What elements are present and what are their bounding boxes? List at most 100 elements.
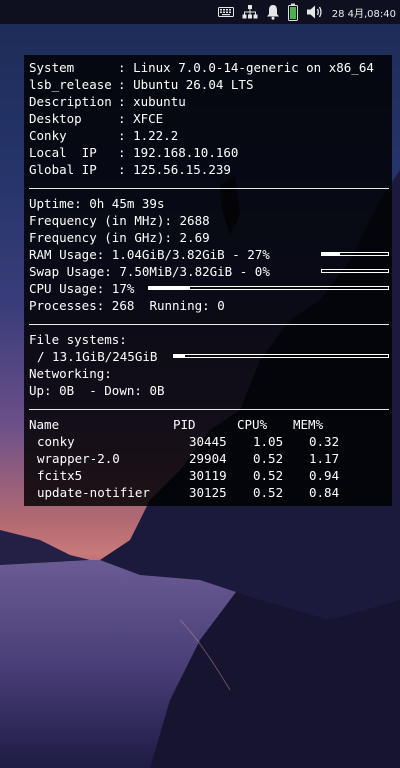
cpu-value: 17%	[111, 281, 135, 296]
colon: :	[118, 128, 134, 143]
swap-usage-bar	[321, 269, 389, 273]
colon: :	[118, 60, 134, 75]
process-mem: 0.94	[309, 468, 340, 483]
networking-title: Networking:	[29, 366, 112, 381]
system-value: Linux 7.0.0-14-generic on x86_64	[133, 60, 374, 75]
process-mem: 1.17	[309, 451, 340, 466]
cpu-usage-bar-fill	[149, 287, 190, 289]
desktop-row: Desktop: XFCE	[29, 110, 163, 127]
colon: :	[118, 162, 134, 177]
file-systems-title: File systems:	[29, 332, 127, 347]
process-pid: 30125	[189, 485, 227, 500]
swap-usage-row: Swap Usage: 7.50MiB/3.82GiB - 0%	[29, 263, 270, 280]
uptime-label: Uptime:	[29, 196, 82, 211]
local-ip-label: Local IP	[29, 145, 97, 160]
bell-icon	[266, 5, 279, 20]
freq-ghz-label: Frequency (in GHz):	[29, 230, 172, 245]
process-mem: 0.32	[309, 434, 340, 449]
system-label: System	[29, 60, 75, 75]
volume-icon	[306, 5, 322, 19]
process-pid: 30445	[189, 434, 227, 449]
process-name: conky	[37, 434, 75, 449]
conky-value: 1.22.2	[133, 128, 179, 143]
header-mem: MEM%	[293, 417, 324, 432]
process-mem: 0.84	[309, 485, 340, 500]
process-table-header: Name PID CPU% MEM%	[24, 416, 392, 433]
desktop-value: XFCE	[133, 111, 164, 126]
header-name: Name	[29, 417, 60, 432]
header-cpu: CPU%	[237, 417, 268, 432]
ram-value: 1.04GiB/3.82GiB - 27%	[111, 247, 270, 262]
global-ip-row: Global IP: 125.56.15.239	[29, 161, 231, 178]
network-icon	[242, 5, 258, 19]
cpu-label: CPU Usage:	[29, 281, 105, 296]
divider	[29, 324, 389, 325]
notifications-indicator[interactable]	[266, 0, 280, 24]
freq-mhz-value: 2688	[179, 213, 210, 228]
volume-indicator[interactable]	[306, 0, 324, 24]
process-row: wrapper-2.0 29904 0.52 1.17	[24, 450, 392, 467]
keyboard-icon	[217, 7, 234, 17]
running-label: Running:	[149, 298, 210, 313]
freq-ghz-row: Frequency (in GHz): 2.69	[29, 229, 210, 246]
top-panel: 28 4月,08:40	[0, 0, 400, 24]
colon: :	[118, 111, 134, 126]
keyboard-indicator[interactable]	[217, 0, 234, 24]
root-fs-bar-fill	[174, 355, 186, 357]
process-cpu: 1.05	[253, 434, 284, 449]
process-pid: 30119	[189, 468, 227, 483]
ram-usage-bar	[321, 252, 389, 256]
description-value: xubuntu	[133, 94, 186, 109]
down-label: - Down:	[89, 383, 142, 398]
process-cpu: 0.52	[253, 485, 284, 500]
system-row: System: Linux 7.0.0-14-generic on x86_64	[29, 59, 374, 76]
colon: :	[118, 94, 134, 109]
cpu-usage-row: CPU Usage: 17%	[29, 280, 134, 297]
global-ip-value: 125.56.15.239	[133, 162, 231, 177]
network-indicator[interactable]	[242, 0, 258, 24]
uptime-value: 0h 45m 39s	[89, 196, 165, 211]
ram-label: RAM Usage:	[29, 247, 105, 262]
conky-version-row: Conky: 1.22.2	[29, 127, 178, 144]
lsb-release-row: lsb_release: Ubuntu 26.04 LTS	[29, 76, 253, 93]
uptime-row: Uptime: 0h 45m 39s	[29, 195, 164, 212]
conky-label: Conky	[29, 128, 67, 143]
process-row: conky 30445 1.05 0.32	[24, 433, 392, 450]
swap-value: 7.50MiB/3.82GiB - 0%	[119, 264, 270, 279]
processes-row: Processes: 268 Running: 0	[29, 297, 225, 314]
desktop-label: Desktop	[29, 111, 82, 126]
process-cpu: 0.52	[253, 451, 284, 466]
header-pid: PID	[173, 417, 196, 432]
lsb-release-label: lsb_release	[29, 77, 112, 92]
process-row: update-notifier 30125 0.52 0.84	[24, 484, 392, 501]
local-ip-row: Local IP: 192.168.10.160	[29, 144, 238, 161]
root-fs-usage: / 13.1GiB/245GiB	[37, 349, 158, 364]
local-ip-value: 192.168.10.160	[133, 145, 239, 160]
freq-ghz-value: 2.69	[179, 230, 210, 245]
description-label: Description	[29, 94, 112, 109]
freq-mhz-row: Frequency (in MHz): 2688	[29, 212, 210, 229]
clock[interactable]: 28 4月,08:40	[332, 0, 396, 24]
freq-mhz-label: Frequency (in MHz):	[29, 213, 172, 228]
divider	[29, 188, 389, 189]
battery-icon	[287, 3, 298, 21]
ram-usage-bar-fill	[322, 253, 340, 255]
divider	[29, 409, 389, 410]
processes-value: 268	[111, 298, 135, 313]
battery-indicator[interactable]	[287, 0, 298, 24]
up-label: Up:	[29, 383, 52, 398]
swap-label: Swap Usage:	[29, 264, 112, 279]
process-name: update-notifier	[37, 485, 150, 500]
process-cpu: 0.52	[253, 468, 284, 483]
processes-label: Processes:	[29, 298, 105, 313]
process-pid: 29904	[189, 451, 227, 466]
running-value: 0	[217, 298, 225, 313]
down-value: 0B	[149, 383, 165, 398]
global-ip-label: Global IP	[29, 162, 97, 177]
lsb-release-value: Ubuntu 26.04 LTS	[133, 77, 254, 92]
colon: :	[118, 145, 134, 160]
process-row: fcitx5 30119 0.52 0.94	[24, 467, 392, 484]
conky-widget: System: Linux 7.0.0-14-generic on x86_64…	[24, 55, 392, 506]
root-fs-bar	[173, 354, 389, 358]
process-name: wrapper-2.0	[37, 451, 120, 466]
